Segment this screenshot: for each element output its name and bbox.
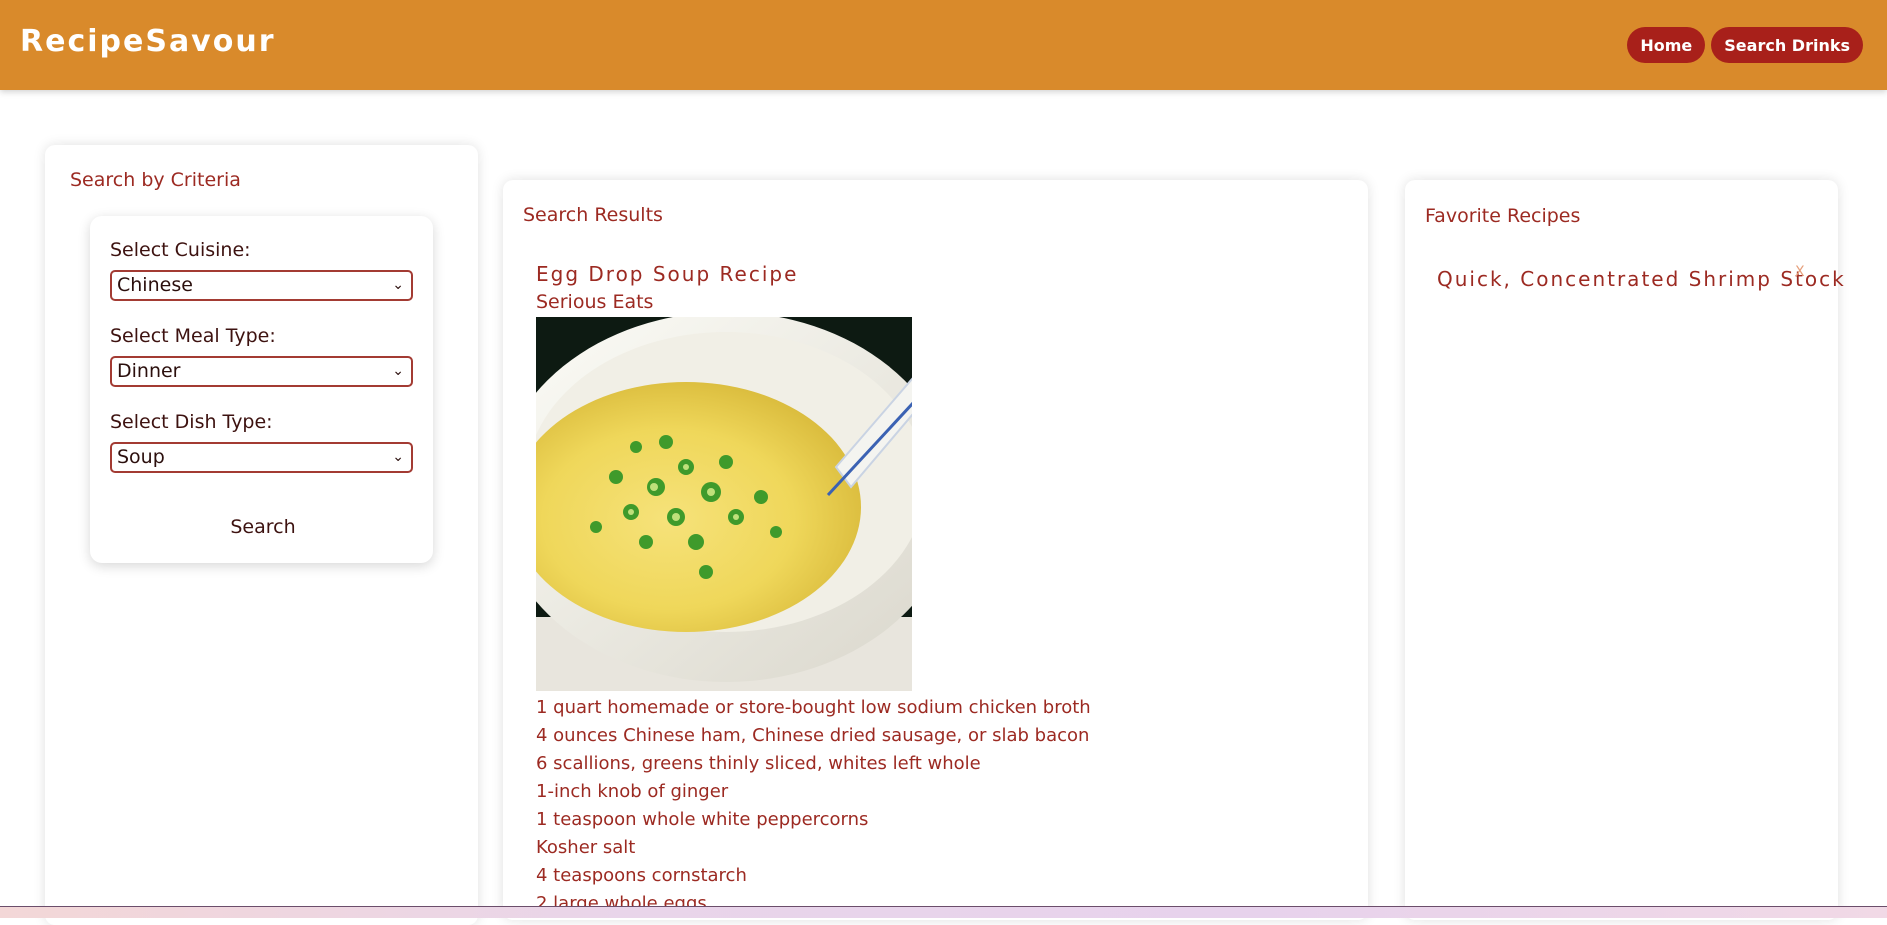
chevron-down-icon: ⌄	[392, 363, 404, 379]
meal-type-label: Select Meal Type:	[110, 325, 276, 347]
soup-bowl-image	[536, 317, 912, 691]
brand-logo[interactable]: RecipeSavour	[20, 24, 276, 59]
recipe-image[interactable]	[536, 317, 912, 691]
favorite-recipe-item[interactable]: Quick, Concentrated Shrimp Stock	[1437, 267, 1846, 291]
cuisine-label: Select Cuisine:	[110, 239, 251, 261]
taskbar-edge	[0, 906, 1887, 918]
dish-type-select-value: Soup	[117, 446, 165, 468]
search-drinks-button[interactable]: Search Drinks	[1711, 27, 1863, 63]
search-results-title: Search Results	[523, 204, 663, 226]
ingredient-item: 1 quart homemade or store-bought low sod…	[536, 697, 1091, 718]
home-button[interactable]: Home	[1627, 27, 1706, 63]
ingredient-list: 1 quart homemade or store-bought low sod…	[536, 694, 1091, 918]
search-button[interactable]: Search	[215, 512, 311, 542]
cuisine-select-value: Chinese	[117, 274, 193, 296]
search-criteria-panel: Search by Criteria Select Cuisine: Chine…	[45, 145, 478, 925]
meal-type-select[interactable]: Dinner ⌄	[110, 356, 413, 387]
favorites-panel: Favorite Recipes Quick, Concentrated Shr…	[1405, 180, 1844, 920]
ingredient-item: Kosher salt	[536, 837, 636, 858]
ingredient-item: 4 ounces Chinese ham, Chinese dried saus…	[536, 725, 1090, 746]
meal-type-select-value: Dinner	[117, 360, 181, 382]
dish-type-select[interactable]: Soup ⌄	[110, 442, 413, 473]
search-results-panel: Search Results Egg Drop Soup Recipe Seri…	[503, 180, 1368, 920]
recipe-source: Serious Eats	[536, 291, 654, 313]
ingredient-item: 4 teaspoons cornstarch	[536, 865, 747, 886]
recipe-title[interactable]: Egg Drop Soup Recipe	[536, 262, 798, 286]
top-nav: Home Search Drinks	[1627, 27, 1863, 63]
chevron-down-icon: ⌄	[392, 449, 404, 465]
search-criteria-title: Search by Criteria	[70, 169, 241, 191]
criteria-form-card: Select Cuisine: Chinese ⌄ Select Meal Ty…	[90, 216, 433, 563]
favorites-title: Favorite Recipes	[1425, 205, 1581, 227]
app-header: RecipeSavour Home Search Drinks	[0, 0, 1887, 90]
ingredient-item: 1 teaspoon whole white peppercorns	[536, 809, 869, 830]
ingredient-item: 6 scallions, greens thinly sliced, white…	[536, 753, 981, 774]
chevron-down-icon: ⌄	[392, 277, 404, 293]
remove-favorite-icon[interactable]: X	[1795, 264, 1805, 280]
dish-type-label: Select Dish Type:	[110, 411, 273, 433]
cuisine-select[interactable]: Chinese ⌄	[110, 270, 413, 301]
ingredient-item: 1-inch knob of ginger	[536, 781, 729, 802]
